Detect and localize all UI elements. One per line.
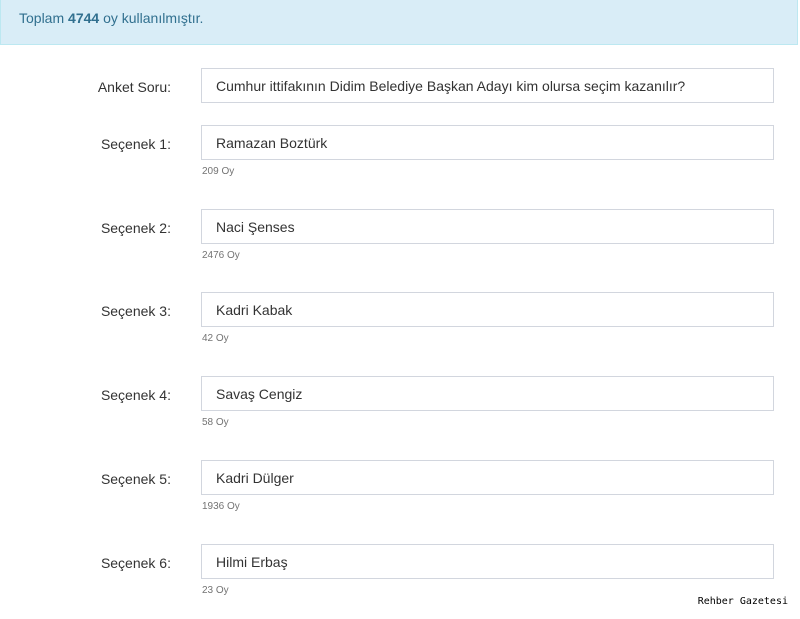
option-label-4: Seçenek 4: <box>100 387 171 403</box>
option-votes-6: 23 Oy <box>202 585 229 596</box>
total-votes-count: 4744 <box>68 10 100 26</box>
option-field-4[interactable] <box>201 376 774 411</box>
option-votes-1: 209 Oy <box>202 166 235 177</box>
alert-suffix: oy kullanılmıştır. <box>103 10 204 26</box>
option-label-6: Seçenek 6: <box>100 555 171 571</box>
option-label-3: Seçenek 3: <box>100 303 171 319</box>
option-votes-4: 58 Oy <box>202 417 229 428</box>
option-label-2: Seçenek 2: <box>100 220 171 236</box>
option-votes-3: 42 Oy <box>202 333 229 344</box>
option-field-6[interactable] <box>201 544 774 579</box>
poll-results-page: Toplam 4744 oy kullanılmıştır. Anket Sor… <box>0 0 800 619</box>
option-field-2[interactable] <box>201 209 774 244</box>
alert-prefix: Toplam <box>19 10 65 26</box>
option-field-1[interactable] <box>201 125 774 160</box>
question-field[interactable] <box>201 68 774 103</box>
watermark-text: Rehber Gazetesi <box>697 596 788 607</box>
option-votes-2: 2476 Oy <box>202 250 240 261</box>
option-field-3[interactable] <box>201 292 774 327</box>
option-votes-5: 1936 Oy <box>202 501 240 512</box>
option-field-5[interactable] <box>201 460 774 495</box>
question-label: Anket Soru: <box>97 79 171 95</box>
option-label-1: Seçenek 1: <box>100 136 171 152</box>
total-votes-alert: Toplam 4744 oy kullanılmıştır. <box>0 0 798 45</box>
option-label-5: Seçenek 5: <box>100 471 171 487</box>
